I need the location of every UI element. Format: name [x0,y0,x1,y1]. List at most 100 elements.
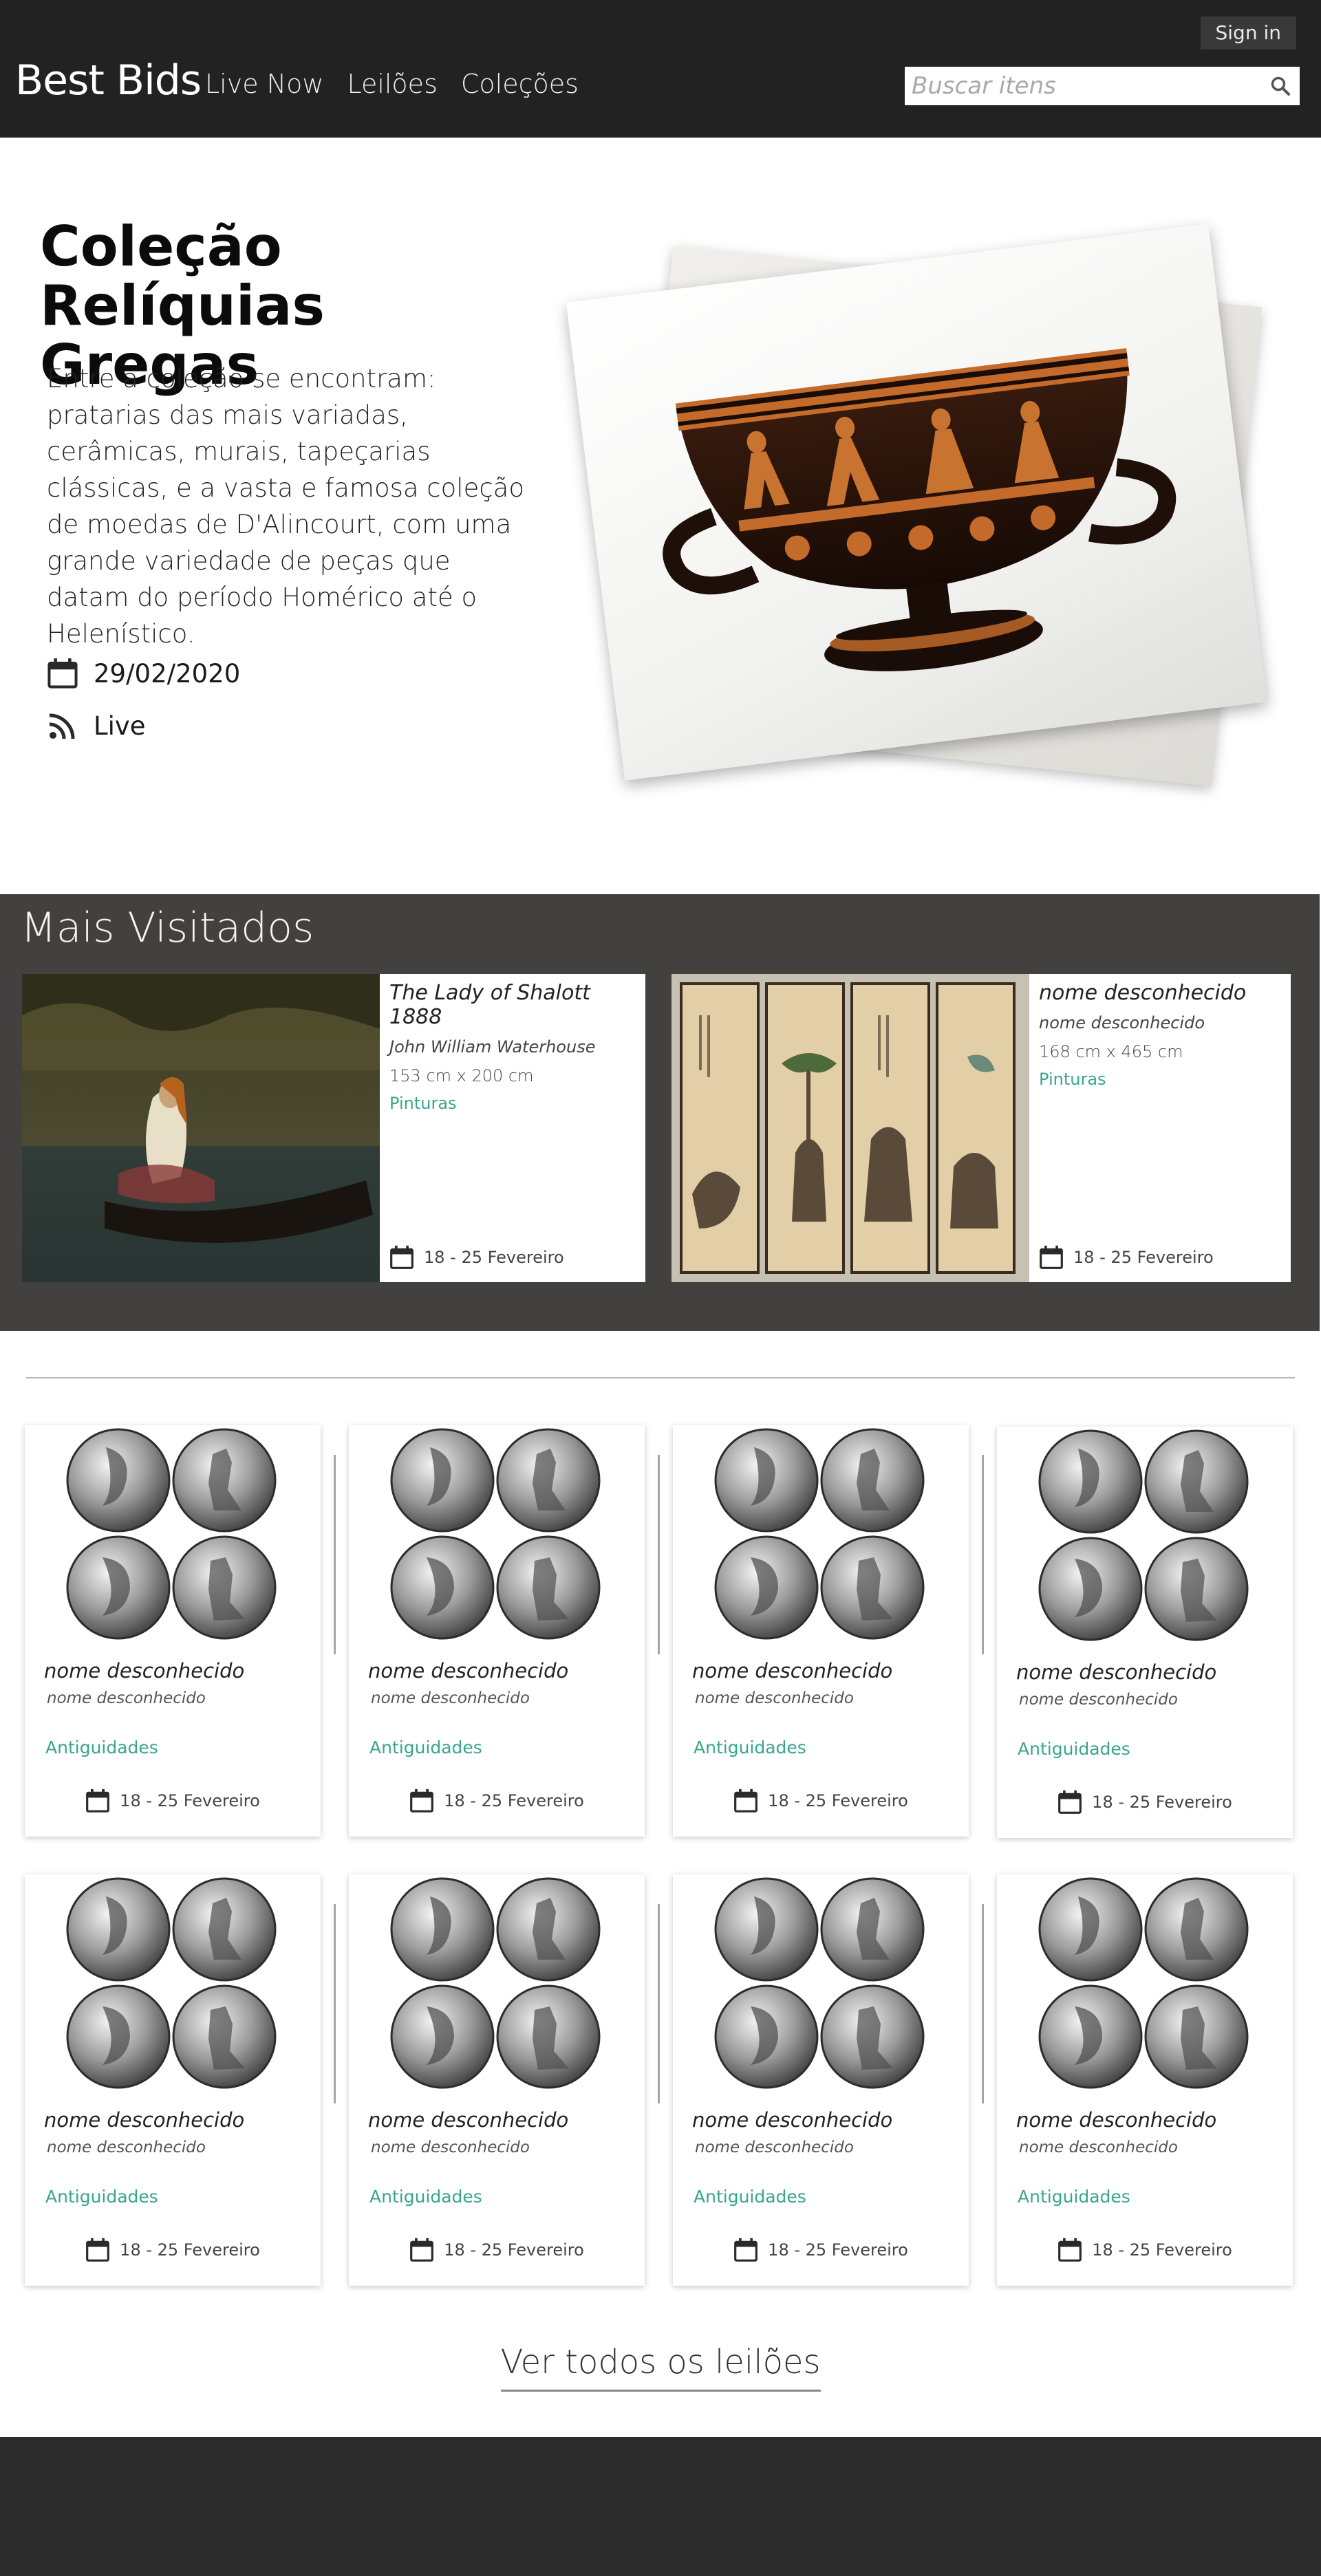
most-visited-heading: Mais Visitados [21,904,314,952]
nav-live-now[interactable]: Live Now [205,69,323,99]
coins-image [389,1876,602,2090]
item-title[interactable]: nome desconhecido [44,1659,244,1682]
item-category[interactable]: Antiguidades [694,2187,806,2207]
coins-image [65,1427,278,1641]
item-date-text: 18 - 25 Fevereiro [1092,2240,1232,2260]
coins-image [1037,1428,1250,1643]
item-title[interactable]: nome desconhecido [44,2108,244,2132]
item-date: 18 - 25 Fevereiro [997,2238,1293,2262]
coins-image [65,1876,278,2090]
item-title[interactable]: nome desconhecido [1016,1660,1216,1684]
item-subtitle: nome desconhecido [371,1689,530,1707]
artwork-category[interactable]: Pinturas [1039,1070,1281,1089]
auction-card[interactable]: nome desconhecido nome desconhecido Anti… [997,1427,1293,1838]
search-icon[interactable] [1261,67,1300,105]
collection-date: 29/02/2020 [94,658,241,689]
artwork-category[interactable]: Pinturas [389,1094,636,1113]
item-date: 18 - 25 Fevereiro [25,1788,321,1813]
coins-image [713,1876,926,2090]
artwork-dimensions: 153 cm x 200 cm [389,1066,534,1085]
rss-icon [49,713,75,739]
search-input[interactable] [905,67,1261,105]
calendar-icon [409,1788,434,1813]
search-bar [905,67,1300,105]
artwork-date-text: 18 - 25 Fevereiro [424,1248,564,1267]
item-category[interactable]: Antiguidades [694,1738,806,1757]
auction-card[interactable]: nome desconhecido nome desconhecido Anti… [25,1874,321,2286]
item-category[interactable]: Antiguidades [1018,1739,1130,1759]
item-category[interactable]: Antiguidades [45,2187,158,2207]
page-footer [0,2437,1321,2576]
calendar-icon [409,2238,434,2262]
most-visited-card-info: nome desconhecido nome desconhecido 168 … [1029,974,1291,1282]
item-date: 18 - 25 Fevereiro [673,1788,969,1813]
artwork-dimensions: 168 cm x 465 cm [1039,1042,1183,1061]
item-title[interactable]: nome desconhecido [692,1659,892,1682]
auction-card[interactable]: nome desconhecido nome desconhecido Anti… [673,1425,969,1837]
sign-in-button[interactable]: Sign in [1200,17,1296,50]
item-date: 18 - 25 Fevereiro [25,2238,321,2262]
collection-meta: 29/02/2020 Live [47,653,240,758]
calendar-icon [733,1788,758,1813]
artwork-date: 18 - 25 Fevereiro [389,1245,564,1270]
auction-card[interactable]: nome desconhecido nome desconhecido Anti… [997,1874,1293,2286]
item-subtitle: nome desconhecido [695,1689,854,1707]
top-header: Sign in Best Bids Live Now Leilões Coleç… [0,0,1321,138]
item-date-text: 18 - 25 Fevereiro [120,2240,260,2260]
item-title[interactable]: nome desconhecido [368,1659,568,1682]
item-title[interactable]: nome desconhecido [692,2108,892,2132]
item-subtitle: nome desconhecido [371,2139,530,2156]
item-date-text: 18 - 25 Fevereiro [768,2240,908,2260]
item-date-text: 18 - 25 Fevereiro [444,2240,584,2260]
item-date: 18 - 25 Fevereiro [673,2238,969,2262]
coins-image [1037,1876,1250,2090]
vase-photo [566,224,1267,781]
card-separator [334,1455,336,1654]
item-date-text: 18 - 25 Fevereiro [120,1791,260,1810]
item-date-text: 18 - 25 Fevereiro [1092,1793,1232,1812]
item-date: 18 - 25 Fevereiro [349,1788,645,1813]
item-category[interactable]: Antiguidades [369,2187,482,2207]
calendar-icon [1057,2238,1082,2262]
item-subtitle: nome desconhecido [47,1689,206,1707]
most-visited-card[interactable]: The Lady of Shalott 1888 John William Wa… [22,974,645,1282]
auction-card[interactable]: nome desconhecido nome desconhecido Anti… [349,1874,645,2286]
card-separator [658,1904,660,2103]
item-subtitle: nome desconhecido [695,2139,854,2156]
auction-card[interactable]: nome desconhecido nome desconhecido Anti… [349,1425,645,1837]
painting-lady-of-shalott [22,974,380,1282]
nav-leiloes[interactable]: Leilões [347,69,437,99]
calendar-icon [47,658,78,689]
item-category[interactable]: Antiguidades [369,1738,482,1757]
painting-chinese-scrolls [672,974,1029,1282]
collection-description: Entre a coleção se encontram: pratarias … [47,364,524,649]
artwork-title[interactable]: The Lady of Shalott 1888 [389,981,636,1029]
item-title[interactable]: nome desconhecido [368,2108,568,2132]
most-visited-card[interactable]: nome desconhecido nome desconhecido 168 … [672,974,1291,1282]
main-nav: Live Now Leilões Coleções [205,69,579,99]
calendar-icon [85,1788,110,1813]
section-divider [26,1377,1295,1378]
card-separator [982,1904,984,2103]
most-visited-section: Mais Visitados The Lady of Shalott 1888 … [0,894,1320,1331]
coins-image [389,1427,602,1641]
artwork-title[interactable]: nome desconhecido [1039,981,1281,1005]
item-category[interactable]: Antiguidades [1018,2187,1130,2207]
item-category[interactable]: Antiguidades [45,1738,158,1757]
see-all-auctions-link[interactable]: Ver todos os leilões [500,2343,821,2392]
auction-card[interactable]: nome desconhecido nome desconhecido Anti… [673,1874,969,2286]
greek-vase-image [663,348,1177,671]
artwork-artist: nome desconhecido [1039,1013,1205,1032]
item-date-text: 18 - 25 Fevereiro [444,1791,584,1810]
card-separator [982,1455,984,1654]
item-title[interactable]: nome desconhecido [1016,2108,1216,2132]
nav-colecoes[interactable]: Coleções [461,69,579,99]
collection-date-row: 29/02/2020 [47,653,240,693]
artwork-date-text: 18 - 25 Fevereiro [1073,1248,1214,1267]
calendar-icon [85,2238,110,2262]
brand-logo[interactable]: Best Bids [15,56,202,105]
item-subtitle: nome desconhecido [1019,1691,1178,1709]
coins-image [713,1427,926,1641]
auction-card[interactable]: nome desconhecido nome desconhecido Anti… [25,1425,321,1837]
item-date: 18 - 25 Fevereiro [349,2238,645,2262]
